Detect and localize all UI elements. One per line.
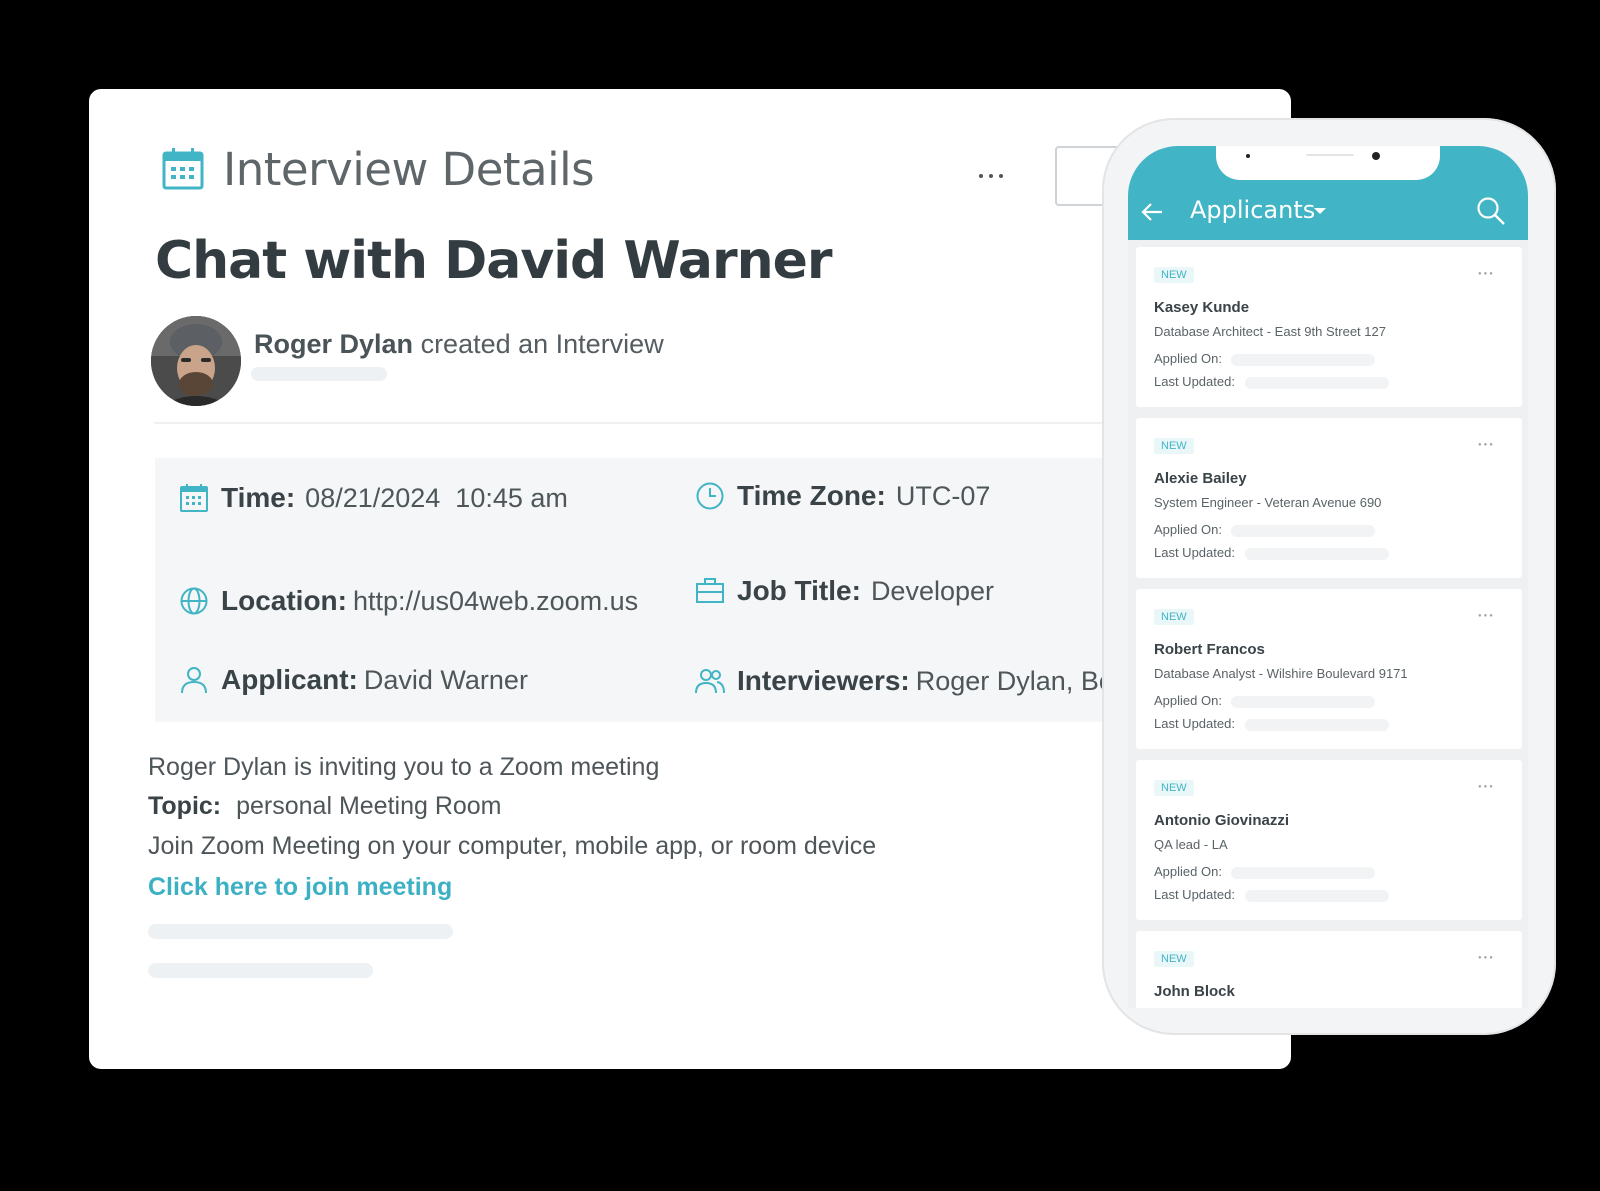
join-meeting-link[interactable]: Click here to join meeting bbox=[148, 873, 452, 902]
divider bbox=[154, 422, 1194, 424]
location-label: Location: bbox=[221, 585, 347, 616]
applicant-field: Applicant: David Warner bbox=[179, 664, 528, 696]
topic-label: Topic: bbox=[148, 792, 222, 820]
status-badge: NEW bbox=[1154, 951, 1194, 967]
briefcase-icon bbox=[696, 578, 724, 603]
app-bar: Applicants bbox=[1128, 146, 1528, 240]
time-value: 08/21/2024 10:45 am bbox=[305, 482, 568, 513]
creator-name: Roger Dylan bbox=[254, 329, 414, 359]
applied-on-placeholder bbox=[1231, 354, 1375, 366]
time-field: Time: 08/21/2024 10:45 am bbox=[179, 482, 568, 514]
applicant-role: System Engineer - Veteran Avenue 690 bbox=[1154, 495, 1382, 510]
last-updated-label: Last Updated: bbox=[1154, 374, 1235, 389]
applicant-card[interactable]: NEW ●●● Kasey Kunde Database Architect - Ea… bbox=[1136, 247, 1522, 407]
last-updated-placeholder bbox=[1245, 548, 1389, 560]
applicant-name: John Block bbox=[1154, 983, 1235, 1000]
phone-mockup: Applicants NEW ●●● Kasey Kunde Database Arc… bbox=[1102, 118, 1556, 1035]
text-placeholder bbox=[148, 963, 373, 978]
status-badge: NEW bbox=[1154, 438, 1194, 454]
applicant-name: Antonio Giovinazzi bbox=[1154, 812, 1289, 829]
more-options-icon[interactable]: ●●● bbox=[1478, 955, 1495, 961]
applied-on-placeholder bbox=[1231, 867, 1375, 879]
more-options-icon[interactable]: ●●● bbox=[1478, 442, 1495, 448]
last-updated-label: Last Updated: bbox=[1154, 716, 1235, 731]
join-instructions: Join Zoom Meeting on your computer, mobi… bbox=[148, 832, 877, 860]
interviewers-value: Roger Dylan, Bo bbox=[915, 665, 1114, 696]
applicant-card[interactable]: NEW ●●● Robert Francos Database Analyst - W… bbox=[1136, 589, 1522, 749]
timezone-value: UTC-07 bbox=[895, 480, 991, 511]
avatar bbox=[151, 316, 241, 406]
applied-on-placeholder bbox=[1231, 696, 1375, 708]
status-badge: NEW bbox=[1154, 267, 1194, 283]
creator-action: created an Interview bbox=[420, 329, 664, 359]
last-updated-placeholder bbox=[1245, 719, 1389, 731]
interviewers-field: Interviewers: Roger Dylan, Bo bbox=[695, 665, 1114, 697]
job-title-label: Job Title: bbox=[737, 575, 861, 606]
location-field: Location: http://us04web.zoom.us bbox=[179, 585, 638, 617]
applicants-title[interactable]: Applicants bbox=[1190, 196, 1315, 224]
globe-icon bbox=[180, 587, 208, 615]
last-updated-label: Last Updated: bbox=[1154, 887, 1235, 902]
topic-value: personal Meeting Room bbox=[236, 792, 502, 820]
timezone-label: Time Zone: bbox=[737, 480, 886, 511]
interview-info-panel: Time: 08/21/2024 10:45 am Time Zone: UTC… bbox=[155, 458, 1195, 722]
status-badge: NEW bbox=[1154, 609, 1194, 625]
applicant-name: Alexie Bailey bbox=[1154, 470, 1247, 487]
creator-line: Roger Dylan created an Interview bbox=[254, 329, 664, 360]
applicant-name: Robert Francos bbox=[1154, 641, 1265, 658]
clock-icon bbox=[696, 482, 724, 510]
timestamp-placeholder bbox=[251, 367, 387, 381]
timezone-field: Time Zone: UTC-07 bbox=[695, 480, 990, 512]
applicant-label: Applicant: bbox=[221, 664, 358, 695]
more-options-icon[interactable]: ●●● bbox=[1478, 613, 1495, 619]
phone-notch bbox=[1216, 146, 1440, 180]
applicant-card[interactable]: NEW●●●John BlockApplied On:Last Updated: bbox=[1136, 931, 1522, 1008]
applicant-value: David Warner bbox=[363, 664, 528, 695]
more-options-icon[interactable]: ●●● bbox=[1478, 271, 1495, 277]
calendar-icon bbox=[162, 148, 204, 190]
applicant-card[interactable]: NEW ●●● Alexie Bailey System Engineer - Vet… bbox=[1136, 418, 1522, 578]
last-updated-placeholder bbox=[1245, 377, 1389, 389]
applied-on-label: Applied On: bbox=[1154, 864, 1222, 879]
calendar-icon bbox=[180, 484, 208, 512]
applied-on-placeholder bbox=[1231, 525, 1375, 537]
interview-title: Chat with David Warner bbox=[155, 231, 833, 291]
applicant-role: Database Analyst - Wilshire Boulevard 91… bbox=[1154, 666, 1408, 681]
last-updated-placeholder bbox=[1245, 890, 1389, 902]
job-title-field: Job Title: Developer bbox=[695, 575, 994, 607]
topic-line: Topic: personal Meeting Room bbox=[148, 792, 502, 821]
last-updated-label: Last Updated: bbox=[1154, 545, 1235, 560]
location-value[interactable]: http://us04web.zoom.us bbox=[353, 586, 638, 617]
applicant-name: Kasey Kunde bbox=[1154, 299, 1250, 316]
header-title: Interview Details bbox=[223, 143, 595, 196]
users-icon bbox=[695, 669, 725, 694]
more-options-icon[interactable]: ●●● bbox=[1478, 784, 1495, 790]
invite-line: Roger Dylan is inviting you to a Zoom me… bbox=[148, 753, 660, 781]
user-icon bbox=[181, 667, 207, 694]
applied-on-label: Applied On: bbox=[1154, 351, 1222, 366]
applicant-role: Database Architect - East 9th Street 127 bbox=[1154, 324, 1386, 339]
interviewers-label: Interviewers: bbox=[737, 665, 910, 696]
applied-on-label: Applied On: bbox=[1154, 522, 1222, 537]
dropdown-caret-icon[interactable] bbox=[1314, 208, 1326, 214]
applied-on-label: Applied On: bbox=[1154, 693, 1222, 708]
applicant-card[interactable]: NEW ●●● Antonio Giovinazzi QA lead - LA Appl… bbox=[1136, 760, 1522, 920]
phone-screen: Applicants NEW ●●● Kasey Kunde Database Arc… bbox=[1128, 146, 1528, 1008]
status-badge: NEW bbox=[1154, 780, 1194, 796]
text-placeholder bbox=[148, 924, 453, 939]
search-icon[interactable] bbox=[1476, 196, 1506, 226]
applicant-role: QA lead - LA bbox=[1154, 837, 1228, 852]
time-label: Time: bbox=[221, 482, 296, 513]
job-title-value: Developer bbox=[870, 575, 995, 606]
more-options-icon[interactable] bbox=[979, 165, 1019, 185]
back-arrow-icon[interactable] bbox=[1140, 201, 1164, 223]
